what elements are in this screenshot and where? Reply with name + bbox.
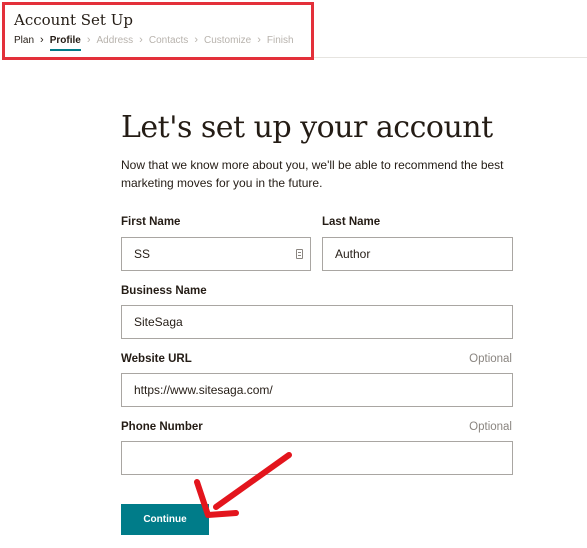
page-title: Let's set up your account	[121, 110, 493, 145]
phone-number-optional: Optional	[469, 421, 512, 433]
last-name-field[interactable]	[322, 237, 513, 271]
intro-text: Now that we know more about you, we'll b…	[121, 158, 504, 190]
step-contacts: Contacts	[148, 34, 189, 46]
continue-button[interactable]: Continue	[121, 504, 209, 535]
step-address: Address	[96, 34, 134, 46]
step-profile[interactable]: Profile	[49, 35, 81, 51]
account-setup-header: Account Set Up Plan › Profile › Address …	[2, 2, 314, 60]
contact-card-icon[interactable]	[296, 249, 303, 259]
step-separator: ›	[86, 34, 91, 46]
app-title: Account Set Up	[14, 11, 133, 29]
first-name-label: First Name	[121, 216, 181, 228]
step-separator: ›	[257, 34, 261, 46]
first-name-field[interactable]	[121, 237, 311, 271]
step-plan[interactable]: Plan	[14, 35, 34, 46]
website-url-label: Website URL	[121, 353, 192, 365]
website-url-field[interactable]	[121, 373, 513, 407]
header-divider	[314, 57, 587, 58]
step-separator: ›	[40, 34, 44, 46]
phone-number-field[interactable]	[121, 441, 513, 475]
breadcrumb: Plan › Profile › Address › Contacts › Cu…	[14, 34, 294, 51]
website-url-optional: Optional	[469, 353, 512, 365]
step-separator: ›	[139, 34, 143, 46]
step-customize: Customize	[203, 34, 252, 46]
step-separator: ›	[194, 34, 198, 46]
business-name-label: Business Name	[121, 285, 207, 297]
business-name-field[interactable]	[121, 305, 513, 339]
phone-number-label: Phone Number	[121, 421, 203, 433]
step-finish: Finish	[266, 34, 294, 46]
last-name-label: Last Name	[322, 216, 381, 228]
